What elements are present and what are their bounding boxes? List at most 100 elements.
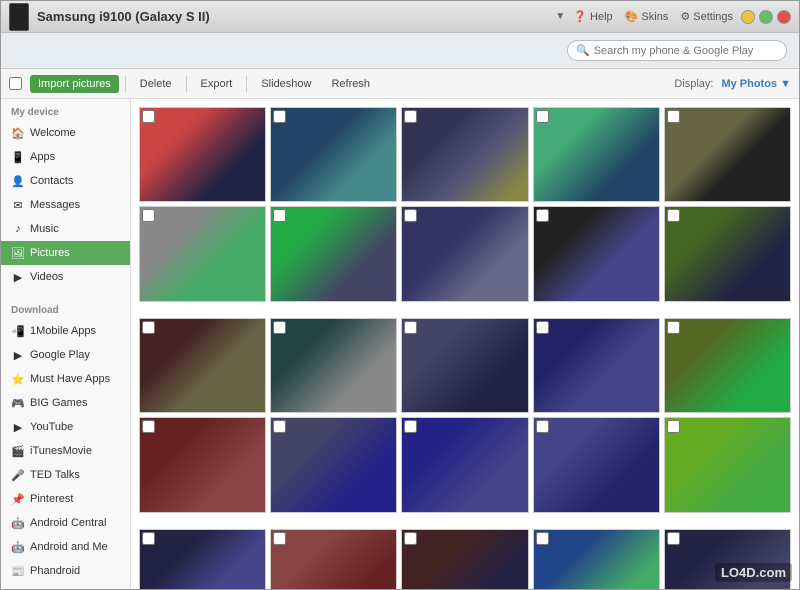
delete-button[interactable]: Delete xyxy=(132,75,180,93)
photo-checkbox[interactable] xyxy=(273,420,286,433)
photo-checkbox[interactable] xyxy=(536,110,549,123)
biggames-icon: 🎮 xyxy=(11,396,25,410)
photo-checkbox[interactable] xyxy=(273,209,286,222)
sidebar-item-itunesm[interactable]: 🎬 iTunesMovie xyxy=(1,439,130,463)
skins-link[interactable]: 🎨 Skins xyxy=(625,10,669,23)
photo-checkbox[interactable] xyxy=(667,321,680,334)
photo-checkbox[interactable] xyxy=(667,532,680,545)
sidebar-item-youtube[interactable]: ▶ YouTube xyxy=(1,415,130,439)
photo-checkbox[interactable] xyxy=(667,110,680,123)
photo-thumb[interactable] xyxy=(401,417,528,512)
refresh-button[interactable]: Refresh xyxy=(323,75,378,93)
device-icon xyxy=(9,3,29,31)
photo-thumb[interactable] xyxy=(401,529,528,589)
sidebar-item-googleplay[interactable]: ▶ Google Play xyxy=(1,343,130,367)
pinterest-icon: 📌 xyxy=(11,492,25,506)
sidebar-item-videos-label: Videos xyxy=(30,271,63,283)
photo-checkbox[interactable] xyxy=(142,110,155,123)
photo-checkbox[interactable] xyxy=(536,532,549,545)
photo-thumb[interactable] xyxy=(139,417,266,512)
photo-thumb[interactable] xyxy=(270,318,397,413)
contacts-icon: 👤 xyxy=(11,174,25,188)
photo-thumb[interactable] xyxy=(401,318,528,413)
sidebar-item-1mobile[interactable]: 📲 1Mobile Apps xyxy=(1,319,130,343)
photo-thumb[interactable] xyxy=(401,206,528,301)
toolbar-separator-2 xyxy=(186,76,187,92)
sidebar-item-androidcentral[interactable]: 🤖 Android Central xyxy=(1,511,130,535)
help-link[interactable]: ❓ Help xyxy=(573,10,612,23)
sidebar-item-youtube-label: YouTube xyxy=(30,421,73,433)
phandroid-icon: 📰 xyxy=(11,564,25,578)
photo-thumb[interactable] xyxy=(664,417,791,512)
photo-thumb[interactable] xyxy=(664,318,791,413)
photo-checkbox[interactable] xyxy=(404,420,417,433)
photo-thumb[interactable] xyxy=(139,318,266,413)
sidebar-item-videos[interactable]: ▶ Videos xyxy=(1,265,130,289)
display-value[interactable]: My Photos ▼ xyxy=(721,78,791,90)
settings-link[interactable]: ⚙ Settings xyxy=(680,10,733,23)
photo-thumb[interactable] xyxy=(139,206,266,301)
sidebar-item-pinterest[interactable]: 📌 Pinterest xyxy=(1,487,130,511)
main-area: My device 🏠 Welcome 📱 Apps 👤 Contacts ✉ … xyxy=(1,99,799,589)
photo-thumb[interactable] xyxy=(533,417,660,512)
photo-checkbox[interactable] xyxy=(273,110,286,123)
sidebar-item-phandroid[interactable]: 📰 Phandroid xyxy=(1,559,130,583)
sidebar-item-ted[interactable]: 🎤 TED Talks xyxy=(1,463,130,487)
photo-thumb[interactable] xyxy=(533,318,660,413)
photo-checkbox[interactable] xyxy=(273,532,286,545)
photo-checkbox[interactable] xyxy=(536,209,549,222)
search-input[interactable] xyxy=(594,45,778,57)
window-title: Samsung i9100 (Galaxy S II) xyxy=(37,9,547,24)
photo-thumb[interactable] xyxy=(270,107,397,202)
photo-thumb[interactable] xyxy=(664,529,791,589)
title-dropdown-icon[interactable]: ▼ xyxy=(555,11,565,22)
select-all-checkbox[interactable] xyxy=(9,77,22,90)
photo-thumb[interactable] xyxy=(139,107,266,202)
photo-checkbox[interactable] xyxy=(142,532,155,545)
sidebar-item-musthave[interactable]: ⭐ Must Have Apps xyxy=(1,367,130,391)
sidebar-item-pictures[interactable]: 🖼 Pictures xyxy=(1,241,130,265)
music-icon: ♪ xyxy=(11,222,25,236)
close-button[interactable] xyxy=(777,10,791,24)
sidebar-item-messages[interactable]: ✉ Messages xyxy=(1,193,130,217)
photo-checkbox[interactable] xyxy=(142,321,155,334)
minimize-button[interactable] xyxy=(741,10,755,24)
import-button[interactable]: Import pictures xyxy=(30,75,119,93)
photo-checkbox[interactable] xyxy=(273,321,286,334)
photo-thumb[interactable] xyxy=(270,206,397,301)
photo-checkbox[interactable] xyxy=(142,209,155,222)
photo-checkbox[interactable] xyxy=(142,420,155,433)
photo-thumb[interactable] xyxy=(533,107,660,202)
photo-thumb[interactable] xyxy=(664,107,791,202)
photo-thumb[interactable] xyxy=(270,417,397,512)
photo-checkbox[interactable] xyxy=(404,321,417,334)
photo-thumb[interactable] xyxy=(401,107,528,202)
photo-checkbox[interactable] xyxy=(404,532,417,545)
sidebar-item-androidme[interactable]: 🤖 Android and Me xyxy=(1,535,130,559)
photo-checkbox[interactable] xyxy=(536,321,549,334)
sidebar-item-biggames[interactable]: 🎮 BIG Games xyxy=(1,391,130,415)
photo-thumb[interactable] xyxy=(664,206,791,301)
welcome-icon: 🏠 xyxy=(11,126,25,140)
photo-checkbox[interactable] xyxy=(667,209,680,222)
sidebar-item-contacts[interactable]: 👤 Contacts xyxy=(1,169,130,193)
photo-checkbox[interactable] xyxy=(404,209,417,222)
photo-checkbox[interactable] xyxy=(667,420,680,433)
sidebar-item-androidcentral-label: Android Central xyxy=(30,517,106,529)
photo-thumb[interactable] xyxy=(533,529,660,589)
photo-thumb[interactable] xyxy=(139,529,266,589)
photo-thumb[interactable] xyxy=(533,206,660,301)
slideshow-button[interactable]: Slideshow xyxy=(253,75,319,93)
maximize-button[interactable] xyxy=(759,10,773,24)
sidebar-item-ted-label: TED Talks xyxy=(30,469,80,481)
photo-checkbox[interactable] xyxy=(536,420,549,433)
photo-section-divider xyxy=(139,306,791,314)
photo-checkbox[interactable] xyxy=(404,110,417,123)
sidebar-item-apps[interactable]: 📱 Apps xyxy=(1,145,130,169)
sidebar-item-apps-label: Apps xyxy=(30,151,55,163)
sidebar-item-music[interactable]: ♪ Music xyxy=(1,217,130,241)
photo-thumb[interactable] xyxy=(270,529,397,589)
sidebar-item-welcome[interactable]: 🏠 Welcome xyxy=(1,121,130,145)
export-button[interactable]: Export xyxy=(193,75,241,93)
sidebar-item-playboard[interactable]: 📋 Playboard xyxy=(1,583,130,589)
